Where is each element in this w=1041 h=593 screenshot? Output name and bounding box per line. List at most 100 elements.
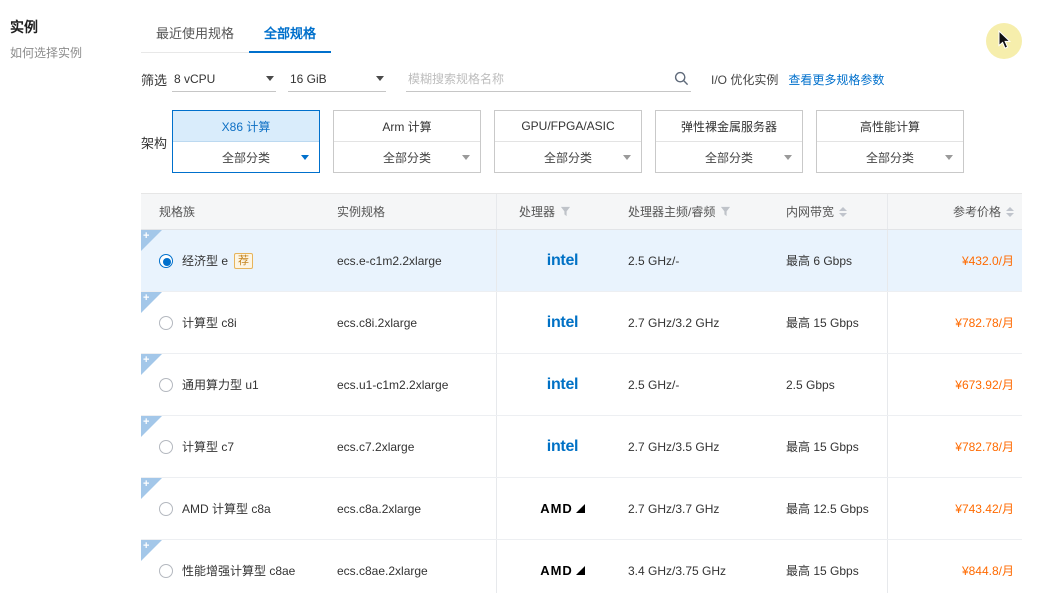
arch-card-name[interactable]: 弹性裸金属服务器 — [656, 111, 802, 142]
instance-spec: ecs.e-c1m2.2xlarge — [337, 253, 442, 268]
chevron-down-icon — [376, 76, 384, 81]
arch-card-name[interactable]: Arm 计算 — [334, 111, 480, 142]
arch-card-category: 全部分类 — [221, 150, 270, 165]
family-name: 性能增强计算型 c8ae — [182, 564, 296, 578]
row-radio[interactable] — [159, 315, 173, 330]
bandwidth-value: 最高 6 Gbps — [786, 254, 853, 268]
frequency-value: 2.7 GHz/3.2 GHz — [628, 315, 720, 330]
price-value: ¥844.8/月 — [961, 564, 1014, 578]
vcpu-select[interactable]: 8 vCPU — [172, 66, 276, 92]
row-radio[interactable] — [159, 439, 173, 454]
spec-search-box — [406, 66, 691, 92]
arch-card-x86[interactable]: X86 计算 全部分类 — [172, 110, 320, 173]
table-row[interactable]: + 性能增强计算型 c8ae ecs.c8ae.2xlarge AMD 3.4 … — [141, 540, 1022, 593]
corner-plus-ribbon: + — [141, 540, 162, 561]
sort-icon[interactable] — [839, 206, 848, 217]
arch-card-name[interactable]: X86 计算 — [173, 111, 319, 142]
chevron-down-icon — [945, 154, 953, 160]
spec-table: 规格族 实例规格 处理器 处理器主频/睿频 内网带宽 参考价格 + 经济型 e … — [141, 193, 1022, 593]
io-optimized-label: I/O 优化实例 — [711, 72, 779, 87]
family-name: AMD 计算型 c8a — [182, 502, 271, 516]
tab-recent-specs[interactable]: 最近使用规格 — [141, 16, 249, 52]
bandwidth-value: 最高 15 Gbps — [786, 440, 859, 454]
frequency-value: 2.7 GHz/3.5 GHz — [628, 439, 720, 454]
arch-card-hpc[interactable]: 高性能计算 全部分类 — [816, 110, 964, 173]
price-value: ¥782.78/月 — [955, 316, 1014, 330]
arch-card-name[interactable]: GPU/FPGA/ASIC — [495, 111, 641, 142]
frequency-value: 3.4 GHz/3.75 GHz — [628, 563, 727, 578]
architecture-label: 架构 — [141, 136, 168, 151]
architecture-row: 架构 X86 计算 全部分类 Arm 计算 全部分类 GPU/FPGA/ASIC — [141, 110, 964, 173]
intel-logo: intel — [546, 251, 579, 269]
chevron-down-icon — [623, 154, 631, 160]
instance-spec: ecs.u1-c1m2.2xlarge — [337, 377, 449, 392]
how-to-choose-link[interactable]: 如何选择实例 — [10, 44, 82, 61]
amd-logo-mark — [575, 566, 585, 575]
arch-card-name[interactable]: 高性能计算 — [817, 111, 963, 142]
corner-plus-ribbon: + — [141, 230, 162, 251]
architecture-cards: X86 计算 全部分类 Arm 计算 全部分类 GPU/FPGA/ASIC 全部… — [172, 110, 964, 173]
filter-funnel-icon[interactable] — [560, 206, 571, 217]
header-family: 规格族 — [159, 205, 196, 219]
bandwidth-value: 2.5 Gbps — [786, 377, 835, 392]
vcpu-value: 8 vCPU — [174, 71, 216, 86]
corner-plus-ribbon: + — [141, 354, 162, 375]
spec-table-header: 规格族 实例规格 处理器 处理器主频/睿频 内网带宽 参考价格 — [141, 194, 1022, 230]
page-title: 实例 — [10, 19, 38, 35]
bandwidth-value: 最高 15 Gbps — [786, 316, 859, 330]
instance-spec: ecs.c8ae.2xlarge — [337, 563, 428, 578]
family-name: 通用算力型 u1 — [182, 378, 259, 392]
table-row[interactable]: + 通用算力型 u1 ecs.u1-c1m2.2xlarge intel 2.5… — [141, 354, 1022, 416]
arch-card-category-select[interactable]: 全部分类 — [495, 142, 641, 172]
arch-card-gpu-fpga-asic[interactable]: GPU/FPGA/ASIC 全部分类 — [494, 110, 642, 173]
intel-logo: intel — [546, 375, 579, 393]
table-row[interactable]: + 经济型 e 荐 ecs.e-c1m2.2xlarge intel 2.5 G… — [141, 230, 1022, 292]
row-radio[interactable] — [159, 563, 173, 578]
memory-select[interactable]: 16 GiB — [288, 66, 386, 92]
filter-label: 筛选 — [141, 72, 168, 88]
tab-all-specs[interactable]: 全部规格 — [249, 16, 332, 53]
chevron-down-icon — [266, 76, 274, 81]
row-radio[interactable] — [159, 253, 173, 268]
memory-value: 16 GiB — [290, 71, 327, 86]
instance-spec: ecs.c8i.2xlarge — [337, 315, 418, 330]
intel-logo: intel — [546, 437, 579, 455]
amd-logo: AMD — [540, 501, 585, 516]
frequency-value: 2.5 GHz/- — [628, 253, 680, 268]
instance-spec: ecs.c8a.2xlarge — [337, 501, 422, 516]
arch-card-category-select[interactable]: 全部分类 — [656, 142, 802, 172]
header-spec: 实例规格 — [337, 194, 497, 229]
more-spec-params-link[interactable]: 查看更多规格参数 — [788, 71, 884, 88]
header-bandwidth: 内网带宽 — [786, 194, 888, 229]
row-radio[interactable] — [159, 501, 173, 516]
arch-card-category: 全部分类 — [704, 150, 753, 165]
table-row[interactable]: + 计算型 c8i ecs.c8i.2xlarge intel 2.7 GHz/… — [141, 292, 1022, 354]
search-icon[interactable] — [674, 71, 689, 89]
price-value: ¥743.42/月 — [955, 502, 1014, 516]
spec-tabs: 最近使用规格 全部规格 — [141, 16, 332, 53]
spec-search-input[interactable] — [406, 71, 691, 86]
filter-funnel-icon[interactable] — [720, 206, 731, 217]
frequency-value: 2.5 GHz/- — [628, 377, 680, 392]
arch-card-category-select[interactable]: 全部分类 — [334, 142, 480, 172]
amd-logo: AMD — [540, 563, 585, 578]
arch-card-arm[interactable]: Arm 计算 全部分类 — [333, 110, 481, 173]
table-row[interactable]: + AMD 计算型 c8a ecs.c8a.2xlarge AMD 2.7 GH… — [141, 478, 1022, 540]
arch-card-bare-metal[interactable]: 弹性裸金属服务器 全部分类 — [655, 110, 803, 173]
frequency-value: 2.7 GHz/3.7 GHz — [628, 501, 720, 516]
instance-spec: ecs.c7.2xlarge — [337, 439, 415, 454]
amd-logo-mark — [575, 504, 585, 513]
arch-card-category-select[interactable]: 全部分类 — [173, 142, 319, 172]
bandwidth-value: 最高 12.5 Gbps — [786, 502, 869, 516]
arch-card-category: 全部分类 — [543, 150, 592, 165]
corner-plus-ribbon: + — [141, 292, 162, 313]
filter-row: 筛选 8 vCPU 16 GiB I/O 优化实例 查看更多规格参数 — [141, 66, 884, 92]
corner-plus-ribbon: + — [141, 416, 162, 437]
row-radio[interactable] — [159, 377, 173, 392]
arch-card-category: 全部分类 — [865, 150, 914, 165]
table-row[interactable]: + 计算型 c7 ecs.c7.2xlarge intel 2.7 GHz/3.… — [141, 416, 1022, 478]
family-name: 计算型 c8i — [182, 316, 237, 330]
arch-card-category-select[interactable]: 全部分类 — [817, 142, 963, 172]
price-value: ¥782.78/月 — [955, 440, 1014, 454]
sort-icon[interactable] — [1006, 206, 1014, 217]
